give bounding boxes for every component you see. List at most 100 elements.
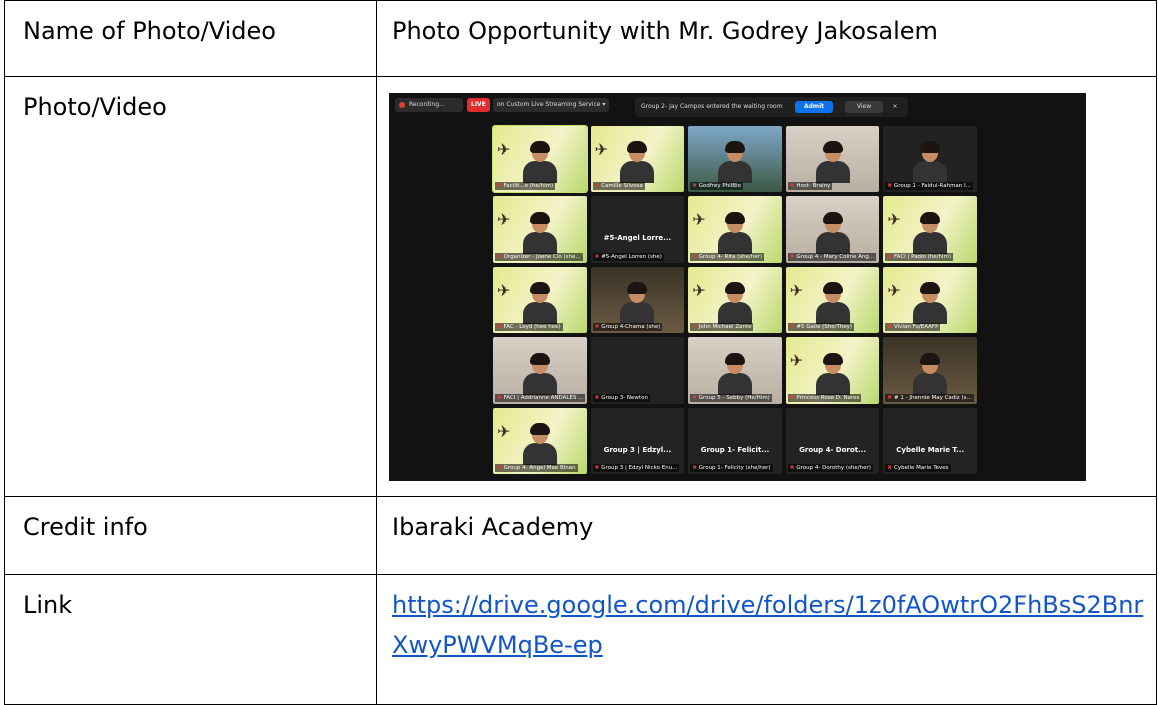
participant-name: ✖ Group 4- Dorothy (she/her) (787, 464, 873, 472)
photo-cell: Recording... LIVE on Custom Live Streami… (376, 76, 1157, 497)
muted-mic-icon: ✖ (497, 183, 502, 190)
muted-mic-icon: ✖ (887, 253, 892, 260)
participant-tile: ✈ ✖ Facilit...e (he/him) (492, 124, 588, 194)
muted-mic-icon: ✖ (789, 183, 795, 190)
bird-icon: ✈ (692, 210, 706, 230)
participant-name-text: FACI | Paolo (he/him) (894, 253, 951, 260)
participant-name: ✖ Godfrey PhilBio (690, 182, 743, 191)
participant-name: ✖ Vivian Fu/EAAFP (885, 323, 941, 332)
participant-video (522, 282, 557, 325)
participant-tile: ✈ ✖ #5 Gaile (She/They) (785, 266, 880, 334)
participant-name-text: John Michael Zante (698, 324, 752, 331)
muted-mic-icon: ✖ (887, 324, 892, 331)
participant-tile: ✖ FACI | Addrianne ANDALES ... (493, 337, 587, 404)
participant-name: ✖ # 1 - Jhennie May Cadiz (s... (885, 393, 974, 402)
participant-video (522, 352, 557, 395)
participant-video (717, 282, 752, 325)
muted-mic-icon: ✖ (692, 183, 697, 190)
muted-mic-icon: ✖ (887, 394, 892, 401)
participant-tile: ✈ ✖ John Michael Zante (688, 266, 782, 334)
bird-icon: ✈ (789, 280, 804, 300)
participant-video (913, 211, 948, 254)
participant-name-text: # 1 - Jhennie May Cadiz (s... (894, 394, 972, 401)
participant-name-text: Group 4- Rita (she/her) (698, 253, 763, 260)
participant-name-text: Camille Silvosa (601, 183, 643, 190)
participant-name-text: Group 5 - Sebby (He/Him) (698, 394, 770, 401)
bird-icon: ✈ (692, 280, 706, 300)
photo-title: Photo Opportunity with Mr. Godrey Jakosa… (376, 0, 1157, 77)
participant-name-text: Group 3 | Edzyl Nicko Enu... (601, 465, 678, 471)
waiting-room-notice: Group 2- Jay Campos entered the waiting … (635, 97, 908, 117)
participant-name-text: Vivian Fu/EAAFP (894, 324, 939, 331)
participant-video (815, 352, 850, 395)
muted-mic-icon: ✖ (692, 324, 697, 331)
participant-name-text: #5 Gaile (She/They) (796, 324, 853, 331)
bird-icon: ✈ (497, 280, 511, 300)
participant-name: ✖ Group 4 - Mary Coline Ang... (787, 252, 877, 261)
participant-name-text: Group 3- Newton (601, 394, 648, 401)
participant-name: ✖ Group 1 - Faidul-Rahman I... (885, 182, 973, 191)
muted-mic-icon: ✖ (497, 394, 502, 401)
participant-video (522, 141, 557, 184)
participant-video (717, 211, 752, 254)
muted-mic-icon: ✖ (789, 253, 795, 260)
muted-mic-icon: ✖ (594, 465, 600, 471)
view-button: View (845, 101, 883, 113)
participant-tile: ✈ ✖ Group 4- Angel Mae Binan (493, 407, 587, 474)
muted-mic-icon: ✖ (497, 465, 502, 471)
muted-mic-icon: ✖ (497, 324, 502, 331)
participant-video (913, 282, 948, 325)
participant-name: ✖ Host- Brainy (787, 182, 833, 191)
muted-mic-icon: ✖ (692, 394, 697, 401)
participant-tile: ✖ Group 5 - Sebby (He/Him) (688, 337, 782, 404)
muted-mic-icon: ✖ (789, 324, 795, 331)
participant-video (815, 141, 850, 184)
participant-name-text: Princess Rose D. Nares (796, 394, 860, 401)
participant-name-text: Group 4-Chama (she) (601, 324, 661, 331)
participant-name: ✖ Princess Rose D. Nares (787, 393, 862, 402)
participant-name: ✖ FAC - Loyd (hee hee) (495, 323, 563, 332)
participant-name-text: Group 4 - Mary Coline Ang... (796, 253, 875, 260)
drive-link[interactable]: https://drive.google.com/drive/folders/1… (392, 591, 1143, 659)
bird-icon: ✈ (789, 351, 804, 371)
participant-name-text: #5-Angel Lorren (she) (601, 253, 662, 260)
info-table: Name of Photo/Video Photo Opportunity wi… (4, 0, 1157, 705)
participant-name-text: FACI | Addrianne ANDALES ... (503, 394, 584, 401)
live-badge: LIVE (467, 98, 490, 112)
row-label: Photo/Video (4, 76, 377, 497)
participant-name-text: Group 4- Angel Mae Binan (503, 465, 576, 471)
close-icon: × (892, 103, 898, 110)
participant-tile: ✖ # 1 - Jhennie May Cadiz (s... (883, 337, 977, 404)
participant-name-text: FAC - Loyd (hee hee) (503, 324, 561, 331)
muted-mic-icon: ✖ (887, 183, 892, 190)
participant-video (717, 352, 752, 395)
participant-name: ✖ #5 Gaile (She/They) (787, 323, 855, 332)
participant-name: ✖ FACI | Addrianne ANDALES ... (495, 393, 586, 402)
muted-mic-icon: ✖ (789, 394, 795, 401)
participant-name-text: Facilit...e (he/him) (503, 183, 554, 190)
participant-name: ✖ #5-Angel Lorren (she) (592, 252, 664, 261)
row-label: Link (4, 574, 377, 705)
recording-indicator: Recording... (395, 98, 463, 112)
participant-name: ✖ Organizer - Joene Cio (she... (495, 252, 583, 261)
muted-mic-icon: ✖ (594, 324, 600, 331)
participant-video (815, 282, 850, 325)
muted-mic-icon: ✖ (497, 253, 502, 260)
participant-name: ✖ Cybelle Marie Teves (885, 464, 951, 472)
participant-name: ✖ John Michael Zante (690, 323, 754, 332)
admit-button: Admit (795, 101, 833, 113)
participant-video (815, 211, 850, 254)
participant-tile: ✖ Group 4-Chama (she) (590, 266, 685, 334)
participant-tile: Cybelle Marie T... ✖ Cybelle Marie Teves (883, 407, 977, 474)
bird-icon: ✈ (497, 421, 511, 441)
participant-tile: ✈ ✖ Group 4- Rita (she/her) (688, 196, 782, 263)
participant-tile: ✈ ✖ Vivian Fu/EAAFP (883, 266, 977, 334)
table-row: Credit info Ibaraki Academy (4, 496, 1157, 575)
participant-name-text: Godfrey PhilBio (698, 183, 741, 190)
live-service-dropdown: on Custom Live Streaming Service ▾ (493, 98, 610, 112)
bird-icon: ✈ (887, 280, 901, 300)
participant-name: ✖ Group 1- Felicity (she/her) (690, 464, 773, 472)
participant-name: ✖ FACI | Paolo (he/him) (885, 252, 953, 261)
table-row: Name of Photo/Video Photo Opportunity wi… (4, 0, 1157, 77)
bird-icon: ✈ (887, 210, 901, 230)
